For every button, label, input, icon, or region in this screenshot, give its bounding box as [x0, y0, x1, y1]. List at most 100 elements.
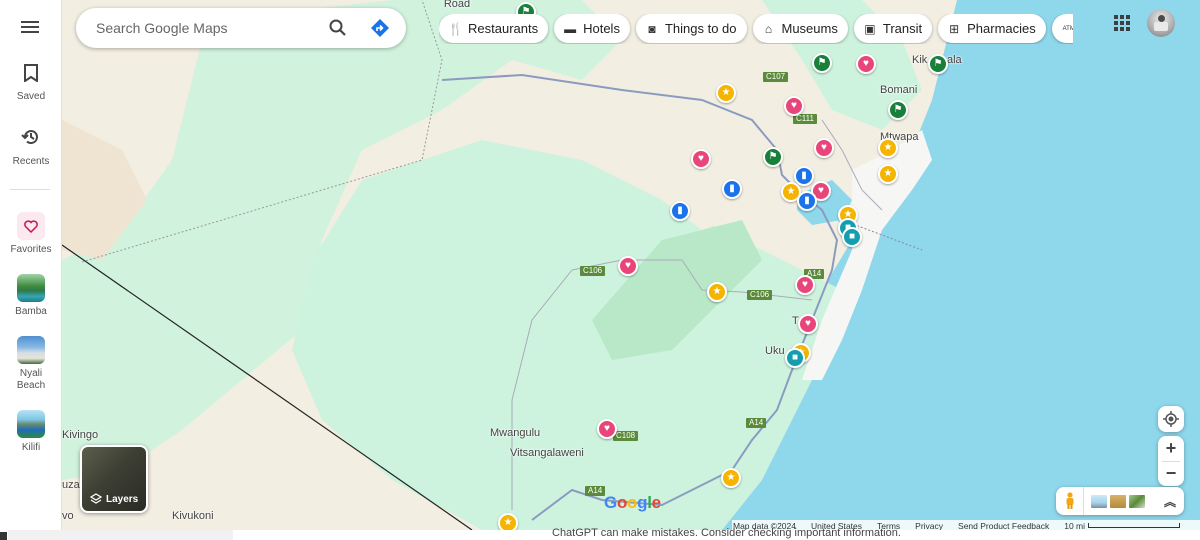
hotel-icon: ▮ [677, 205, 683, 216]
logo-letter: o [616, 493, 628, 512]
favorite-pin[interactable]: ♥ [795, 275, 815, 295]
chip-label: Pharmacies [967, 21, 1036, 36]
map-type-terrain[interactable] [1091, 494, 1107, 508]
place-label[interactable]: Kik [912, 54, 927, 66]
my-location-button[interactable] [1158, 406, 1184, 432]
chip-pharmacies[interactable]: ⊞ Pharmacies [938, 14, 1046, 43]
star-icon: ★ [883, 168, 893, 179]
maps-app: Mackinnon RoadKikalaBomaniMtwapaTUkuKivi… [0, 0, 1200, 540]
google-logo: Google [604, 493, 661, 513]
star-pin[interactable]: ★ [721, 468, 741, 488]
hotel-pin[interactable]: ▮ [670, 201, 690, 221]
favorite-pin[interactable]: ♥ [618, 256, 638, 276]
favorite-pin[interactable]: ♥ [784, 96, 804, 116]
logo-letter: g [637, 493, 648, 512]
place-label[interactable]: ala [947, 54, 962, 66]
sidebar-item-recents[interactable]: Recents [0, 127, 62, 168]
transit-pin[interactable]: ■ [785, 348, 805, 368]
privacy-link[interactable]: Privacy [915, 521, 943, 531]
chip-transit[interactable]: ▣ Transit [853, 14, 933, 43]
star-pin[interactable]: ★ [716, 83, 736, 103]
favorite-icon: ♥ [791, 100, 797, 111]
hotel-pin[interactable]: ▮ [722, 179, 742, 199]
hotel-icon: ▮ [729, 183, 735, 194]
google-apps-icon[interactable] [1114, 15, 1130, 31]
chip-label: Museums [781, 21, 838, 36]
bus-icon: ▣ [864, 21, 876, 36]
bookmark-icon [24, 64, 38, 83]
map-canvas[interactable]: Mackinnon RoadKikalaBomaniMtwapaTUkuKivi… [62, 0, 1200, 530]
place-label[interactable]: Kivingo [62, 429, 98, 441]
pharmacy-icon: ⊞ [949, 21, 960, 36]
search-input[interactable] [96, 18, 316, 38]
hotel-pin[interactable]: ▮ [797, 191, 817, 211]
favorite-pin[interactable]: ♥ [798, 314, 818, 334]
pegman-icon [1066, 492, 1073, 509]
favorite-icon: ♥ [805, 318, 811, 329]
place-label[interactable]: Mackinnon Road [437, 0, 477, 10]
transit-pin[interactable]: ■ [842, 227, 862, 247]
directions-icon[interactable] [370, 18, 390, 38]
zoom-out-button[interactable]: − [1158, 461, 1184, 486]
favorite-pin[interactable]: ♥ [691, 149, 711, 169]
sidebar-item-kilifi[interactable]: Kilifi [0, 410, 62, 454]
sidebar-item-saved[interactable]: Saved [0, 64, 62, 103]
flag-pin[interactable]: ⚑ [763, 147, 783, 167]
flag-icon: ⚑ [817, 57, 827, 68]
chip-museums[interactable]: ⌂ Museums [752, 14, 848, 43]
favorite-icon: ♥ [863, 58, 869, 69]
flag-pin[interactable]: ⚑ [888, 100, 908, 120]
chip-atms[interactable]: ATMATMs [1051, 14, 1073, 43]
star-pin[interactable]: ★ [498, 513, 518, 530]
star-pin[interactable]: ★ [707, 282, 727, 302]
sidebar-item-favorites[interactable]: Favorites [0, 212, 62, 256]
favorite-icon: ♥ [802, 279, 808, 290]
scale-bar[interactable]: 10 mi [1064, 520, 1181, 531]
chip-label: Restaurants [468, 21, 539, 36]
account-avatar[interactable] [1147, 9, 1175, 37]
chip-restaurants[interactable]: 🍴 Restaurants [439, 14, 549, 43]
feedback-link[interactable]: Send Product Feedback [958, 521, 1049, 531]
sidebar-item-bamba[interactable]: Bamba [0, 274, 62, 318]
flag-icon: ⚑ [768, 151, 778, 162]
search-icon[interactable] [328, 18, 348, 38]
museum-icon: ⌂ [764, 21, 773, 36]
layers-icon [90, 493, 102, 504]
double-chevron-up-icon[interactable]: ︽ [1164, 493, 1176, 510]
favorite-pin[interactable]: ♥ [856, 54, 876, 74]
zoom-in-button[interactable]: + [1158, 436, 1184, 461]
favorite-pin[interactable]: ♥ [814, 138, 834, 158]
bottom-strip: ChatGPT can make mistakes. Consider chec… [0, 527, 1200, 540]
favorite-icon: ♥ [625, 260, 631, 271]
map-type-satellite[interactable] [1129, 494, 1145, 508]
chip-things-to-do[interactable]: ◙ Things to do [635, 14, 747, 43]
place-label[interactable]: Bomani [880, 84, 917, 96]
pegman-button[interactable] [1056, 487, 1084, 515]
place-thumbnail [17, 274, 45, 302]
place-thumbnail [17, 410, 45, 438]
sidebar-item-label: Saved [16, 91, 46, 102]
hamburger-menu-icon[interactable] [19, 18, 41, 38]
place-label[interactable]: Vitsangalaweni [510, 447, 584, 459]
layers-button[interactable]: Layers [80, 445, 148, 513]
zoom-controls: + − [1158, 436, 1184, 486]
place-label[interactable]: Kivukoni [172, 510, 214, 522]
map-type-traffic[interactable] [1110, 494, 1126, 508]
flag-icon: ⚑ [933, 58, 943, 69]
flag-pin[interactable]: ⚑ [812, 53, 832, 73]
place-label[interactable]: Mwangulu [490, 427, 540, 439]
favorite-pin[interactable]: ♥ [597, 419, 617, 439]
sidebar-item-nyali-beach[interactable]: Nyali Beach [0, 336, 62, 392]
place-label[interactable]: Uku [765, 345, 785, 357]
flag-pin[interactable]: ⚑ [928, 54, 948, 74]
place-label[interactable]: vo [62, 510, 74, 522]
map-type-bar: ︽ [1056, 487, 1184, 515]
star-pin[interactable]: ★ [878, 164, 898, 184]
favorite-icon: ♥ [818, 185, 824, 196]
place-label[interactable]: uza [62, 479, 80, 491]
sidebar-item-label: Recents [12, 156, 50, 167]
chip-hotels[interactable]: ▬ Hotels [554, 14, 630, 43]
scale-label: 10 mi [1064, 520, 1086, 531]
sidebar-item-label: Bamba [15, 306, 47, 317]
star-pin[interactable]: ★ [878, 138, 898, 158]
